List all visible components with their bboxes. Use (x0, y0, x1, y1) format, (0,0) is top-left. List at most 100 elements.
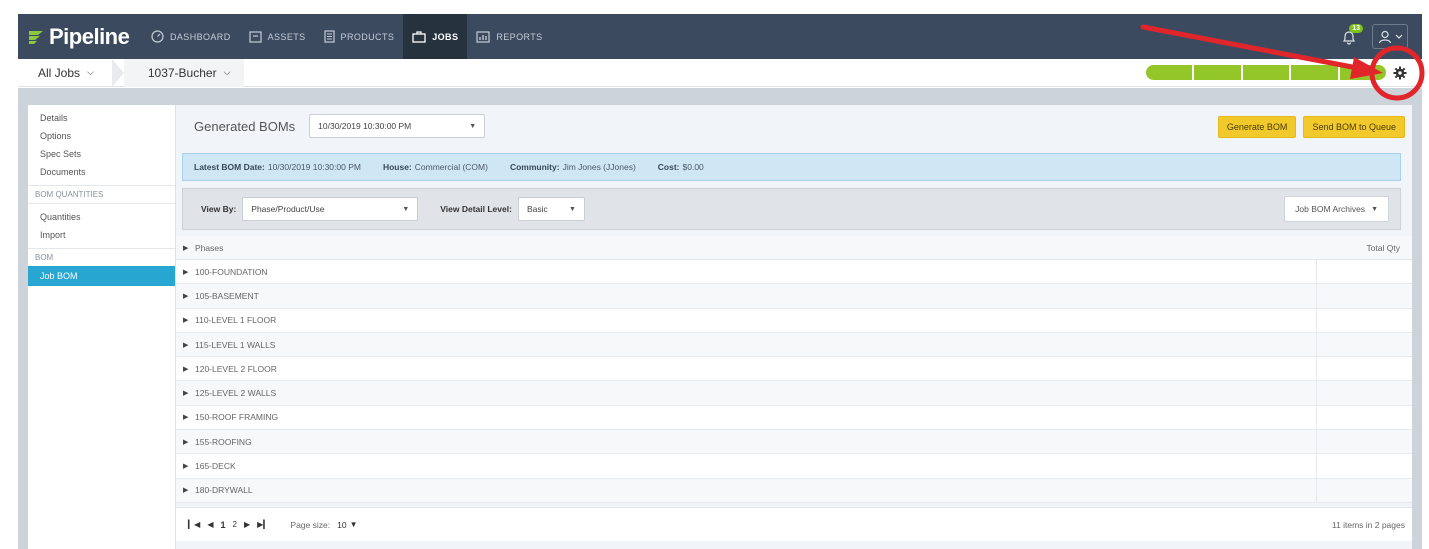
phase-name: 155-ROOFING (195, 436, 252, 447)
sidebar-item-spec-sets[interactable]: Spec Sets (28, 145, 175, 163)
table-row[interactable]: ▶ 110-LEVEL 1 FLOOR (176, 308, 1412, 333)
chevron-down-icon: ⌵ (87, 67, 94, 77)
table-row[interactable]: ▶ 115-LEVEL 1 WALLS (176, 332, 1412, 358)
sidebar-heading-bom: BOM (35, 253, 54, 262)
table-row[interactable]: ▶ 150-ROOF FRAMING (176, 405, 1412, 431)
house-info: House: Commercial (COM) (383, 162, 488, 172)
latest-bom-date-label: Latest BOM Date: (194, 162, 265, 172)
total-qty-cell (1316, 260, 1412, 284)
cost-info: Cost: $0.00 (658, 162, 704, 172)
job-progress-bar (1146, 65, 1387, 80)
expand-all-icon[interactable]: ▶ (183, 244, 189, 252)
grid-pager: ▎◀ ◀ 1 2 ▶ ▶▎ Page size: 10 ▼ 11 items i… (176, 507, 1412, 541)
sidebar-item-quantities[interactable]: Quantities (28, 208, 175, 226)
breadcrumb-job[interactable]: 1037-Bucher ⌵ (123, 58, 245, 87)
send-bom-to-queue-button[interactable]: Send BOM to Queue (1303, 116, 1405, 138)
nav-assets[interactable]: ASSETS (240, 14, 315, 59)
col-total-qty-header: Total Qty (1366, 242, 1400, 253)
expand-row-icon[interactable]: ▶ (183, 268, 189, 276)
sidebar-item-options[interactable]: Options (28, 127, 175, 145)
bom-date-value: 10/30/2019 10:30:00 PM (318, 121, 412, 131)
total-qty-cell (1316, 454, 1412, 478)
pipeline-logo-icon (29, 30, 43, 44)
sidebar-item-details[interactable]: Details (28, 109, 175, 127)
nav-products[interactable]: PRODUCTS (315, 14, 404, 59)
grid-body: ▶ 100-FOUNDATION ▶ 105-BASEMENT ▶ 110-LEVEL… (176, 260, 1412, 503)
phase-name: 110-LEVEL 1 FLOOR (195, 315, 277, 326)
detail-level-select[interactable]: Basic ▼ (517, 197, 585, 221)
job-bom-archives-button[interactable]: Job BOM Archives ▼ (1284, 196, 1389, 222)
page-size-control: Page size: 10 ▼ (290, 520, 357, 530)
table-row[interactable]: ▶ 120-LEVEL 2 FLOOR (176, 357, 1412, 382)
table-row[interactable]: ▶ 105-BASEMENT (176, 284, 1412, 309)
page-2-button[interactable]: 2 (232, 520, 236, 529)
sidebar-bom-quantities-section: Quantities Import (28, 204, 175, 249)
phase-name: 180-DRYWALL (195, 485, 253, 496)
nav-jobs[interactable]: JOBS (403, 14, 468, 59)
brand-logo[interactable]: Pipeline (28, 24, 142, 50)
breadcrumb-job-label: 1037-Bucher (147, 65, 217, 80)
table-row[interactable]: ▶ 180-DRYWALL (176, 478, 1412, 503)
table-row[interactable]: ▶ 155-ROOFING (176, 430, 1412, 455)
expand-row-icon[interactable]: ▶ (183, 341, 189, 349)
progress-segment (1194, 65, 1241, 80)
breadcrumb-all-jobs[interactable]: All Jobs ⌵ (18, 58, 124, 87)
expand-row-icon[interactable]: ▶ (183, 365, 189, 373)
sidebar-item-documents[interactable]: Documents (28, 163, 175, 181)
expand-row-icon[interactable]: ▶ (183, 413, 189, 421)
breadcrumb: All Jobs ⌵ 1037-Bucher ⌵ (18, 58, 1422, 87)
nav-dashboard[interactable]: DASHBOARD (142, 14, 240, 59)
user-icon (1378, 30, 1391, 43)
latest-bom-date: Latest BOM Date: 10/30/2019 10:30:00 PM (194, 162, 361, 172)
total-qty-cell (1316, 357, 1412, 381)
progress-segment (1242, 65, 1290, 80)
cost-label: Cost: (657, 162, 680, 172)
total-qty-cell (1316, 405, 1412, 430)
detail-level-value: Basic (526, 204, 548, 214)
generate-bom-button[interactable]: Generate BOM (1217, 116, 1297, 138)
page-size-select[interactable]: 10 (334, 520, 349, 530)
page-1-button[interactable]: 1 (220, 520, 225, 530)
expand-row-icon[interactable]: ▶ (183, 389, 189, 397)
prev-page-icon[interactable]: ◀ (207, 520, 213, 529)
last-page-icon[interactable]: ▶▎ (257, 520, 269, 529)
nav-assets-label: ASSETS (267, 31, 306, 42)
view-by-value: Phase/Product/Use (251, 204, 325, 214)
view-by-select[interactable]: Phase/Product/Use ▼ (242, 197, 419, 221)
latest-bom-date-value: 10/30/2019 10:30:00 PM (267, 162, 361, 172)
expand-row-icon[interactable]: ▶ (183, 462, 189, 470)
sidebar-top-section: Details Options Spec Sets Documents (28, 105, 175, 186)
expand-row-icon[interactable]: ▶ (183, 486, 189, 494)
expand-row-icon[interactable]: ▶ (183, 316, 189, 324)
total-qty-cell (1316, 308, 1412, 332)
expand-row-icon[interactable]: ▶ (183, 438, 189, 446)
main-frame: Details Options Spec Sets Documents BOM … (18, 88, 1422, 549)
progress-segment (1339, 65, 1387, 80)
sidebar-item-job-bom[interactable]: Job BOM (28, 266, 175, 286)
table-row[interactable]: ▶ 165-DECK (176, 454, 1412, 479)
grid-header: ▶ Phases Total Qty (176, 236, 1412, 260)
first-page-icon[interactable]: ▎◀ (188, 520, 200, 529)
assets-icon (249, 30, 262, 43)
bom-filter-bar: View By: Phase/Product/Use ▼ View Detail… (182, 188, 1401, 230)
generate-actions: Generate BOM Send BOM to Queue (1217, 116, 1405, 138)
next-page-icon[interactable]: ▶ (244, 520, 250, 529)
nav-dashboard-label: DASHBOARD (170, 31, 231, 42)
view-by-label: View By: (201, 204, 237, 214)
phase-name: 105-BASEMENT (195, 290, 259, 301)
table-row[interactable]: ▶ 100-FOUNDATION (176, 260, 1412, 285)
sidebar-item-import[interactable]: Import (28, 226, 175, 244)
nav-reports[interactable]: REPORTS (467, 14, 551, 59)
total-qty-cell (1316, 332, 1412, 357)
bom-date-select[interactable]: 10/30/2019 10:30:00 PM ▼ (309, 114, 486, 138)
brand-name: Pipeline (49, 23, 130, 49)
phase-name: 125-LEVEL 2 WALLS (195, 388, 277, 399)
job-bom-archives-label: Job BOM Archives (1295, 204, 1366, 214)
generated-boms-title: Generated BOMs (194, 118, 296, 134)
table-row[interactable]: ▶ 125-LEVEL 2 WALLS (176, 381, 1412, 406)
expand-row-icon[interactable]: ▶ (183, 292, 189, 300)
gear-icon[interactable] (1392, 65, 1408, 81)
user-menu-button[interactable] (1372, 24, 1408, 49)
notifications-button[interactable]: 13 (1338, 23, 1363, 48)
caret-down-icon[interactable]: ▼ (350, 520, 358, 529)
